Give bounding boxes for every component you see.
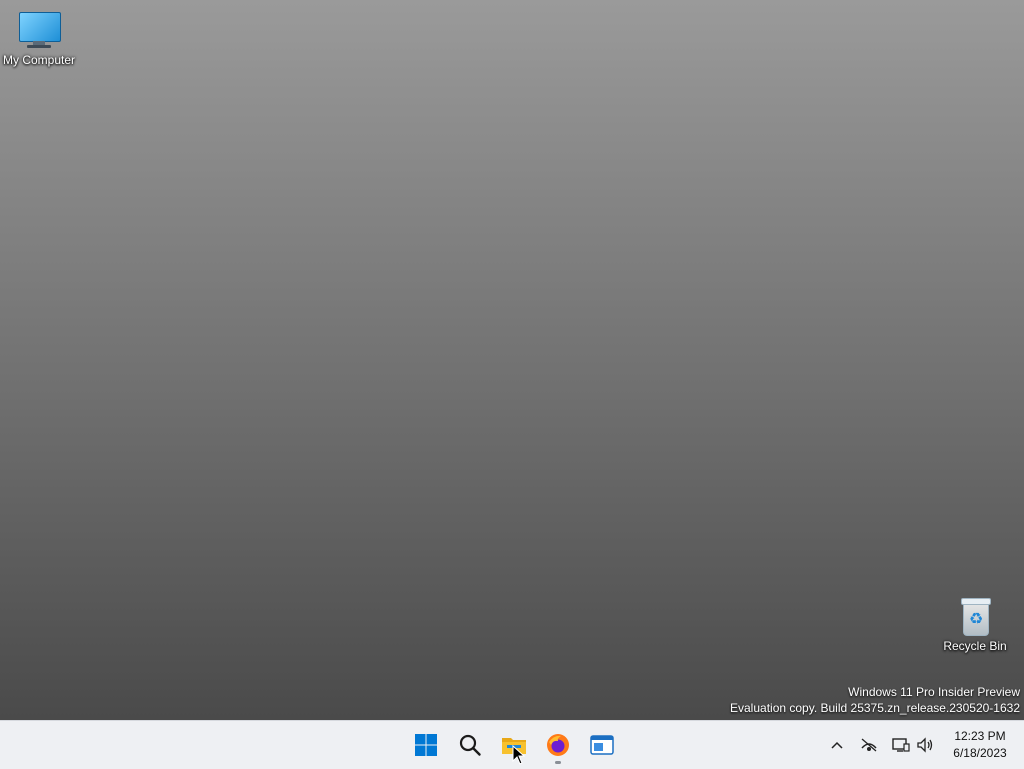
search-icon [459, 734, 481, 756]
mouse-cursor-icon [512, 745, 526, 765]
start-button[interactable] [404, 725, 448, 765]
network-button[interactable] [858, 729, 880, 761]
clock-time: 12:23 PM [954, 729, 1006, 743]
firefox-icon [547, 734, 569, 756]
show-hidden-icons-button[interactable] [826, 729, 848, 761]
network-icon [861, 738, 877, 752]
windows-logo-icon [415, 734, 437, 756]
watermark-line-2: Evaluation copy. Build 25375.zn_release.… [730, 701, 1020, 715]
system-tray: 12:23 PM 6/18/2023 [826, 721, 1016, 769]
display-button[interactable] [890, 729, 912, 761]
search-button[interactable] [448, 725, 492, 765]
taskbar-pinned-apps [404, 721, 624, 769]
clock-date: 6/18/2023 [953, 746, 1007, 760]
volume-icon [917, 737, 933, 753]
computer-icon [17, 10, 61, 50]
desktop-icon-recycle-bin[interactable]: ♻ Recycle Bin [936, 596, 1014, 653]
window-app-icon [590, 735, 614, 755]
watermark-line-1: Windows 11 Pro Insider Preview [848, 685, 1020, 699]
volume-button[interactable] [914, 729, 936, 761]
recycle-bin-icon: ♻ [958, 596, 992, 636]
clock[interactable]: 12:23 PM 6/18/2023 [944, 728, 1016, 762]
evaluation-watermark: Windows 11 Pro Insider Preview Evaluatio… [730, 684, 1020, 716]
taskbar: 12:23 PM 6/18/2023 [0, 720, 1024, 769]
desktop-icon-label: Recycle Bin [943, 639, 1007, 653]
display-icon [892, 738, 910, 752]
app-window-button[interactable] [580, 725, 624, 765]
chevron-up-icon [831, 741, 843, 749]
desktop-icon-label: My Computer [2, 53, 76, 67]
firefox-button[interactable] [536, 725, 580, 765]
desktop-icon-my-computer[interactable]: My Computer [0, 10, 78, 67]
desktop[interactable]: My Computer ♻ Recycle Bin Windows 11 Pro… [0, 0, 1024, 720]
